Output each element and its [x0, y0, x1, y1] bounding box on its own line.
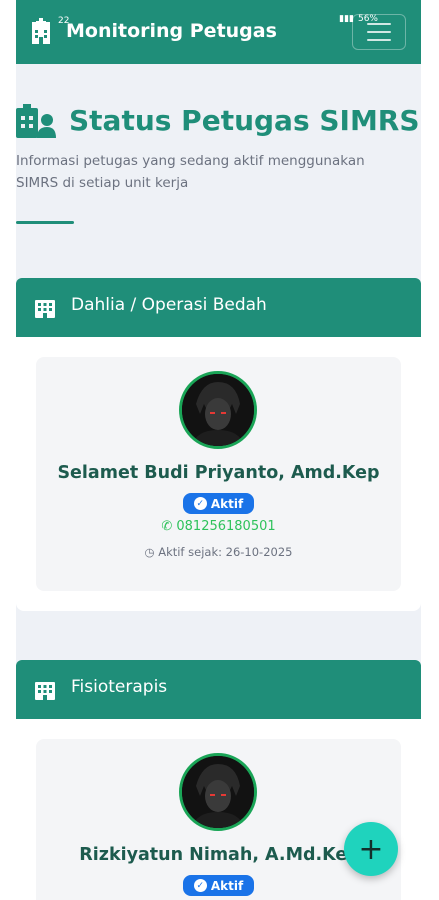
building-icon	[35, 682, 55, 700]
hamburger-icon	[367, 23, 391, 25]
unit-name: Fisioterapis	[71, 677, 168, 697]
hamburger-icon-line	[367, 31, 391, 33]
unit-card-body: Selamet Budi Priyanto, Amd.Kep ✓ Aktif ✆…	[16, 337, 421, 611]
active-since-label: Aktif sejak: 26-10-2025	[158, 545, 293, 559]
plus-icon: +	[358, 831, 384, 867]
check-circle-icon: ✓	[193, 879, 207, 892]
active-since: ◷ Aktif sejak: 26-10-2025	[16, 545, 421, 559]
staff-avatar	[179, 371, 257, 449]
hospital-user-icon	[16, 104, 56, 138]
building-icon	[35, 300, 55, 318]
staff-phone-link[interactable]: ✆ 081256180501	[16, 519, 421, 534]
menu-toggle-button[interactable]	[352, 14, 406, 50]
app-page: 22 ▮▮▮ 56% Monitoring Petugas Status Pet…	[16, 0, 421, 900]
status-badge-label: Aktif	[210, 496, 244, 511]
clock-icon: ◷	[144, 545, 155, 559]
hospital-icon	[32, 18, 50, 44]
staff-avatar	[179, 753, 257, 831]
page-subtitle-line: SIMRS di setiap unit kerja	[16, 175, 189, 191]
unit-name: Dahlia / Operasi Bedah	[71, 295, 267, 315]
page-subtitle: Informasi petugas yang sedang aktif meng…	[16, 150, 421, 194]
avatar-image	[182, 374, 254, 446]
status-badge: ✓ Aktif	[183, 875, 254, 896]
whatsapp-icon: ✆	[161, 519, 173, 534]
hamburger-icon-line	[367, 39, 391, 41]
status-badge: ✓ Aktif	[183, 493, 254, 514]
status-badge-label: Aktif	[210, 878, 244, 893]
check-circle-icon: ✓	[193, 497, 207, 510]
top-navbar: 22 ▮▮▮ 56% Monitoring Petugas	[16, 0, 421, 64]
page-title: Status Petugas SIMRS	[69, 104, 420, 137]
avatar-image	[182, 756, 254, 828]
title-divider	[16, 221, 74, 224]
add-fab-button[interactable]: +	[344, 822, 398, 876]
navbar-title[interactable]: Monitoring Petugas	[66, 20, 277, 42]
unit-card-header: Dahlia / Operasi Bedah	[16, 278, 421, 337]
staff-name: Selamet Budi Priyanto, Amd.Kep	[57, 463, 380, 483]
page-subtitle-line: Informasi petugas yang sedang aktif meng…	[16, 153, 365, 169]
unit-card-header: Fisioterapis	[16, 660, 421, 719]
staff-phone: 081256180501	[176, 519, 276, 534]
